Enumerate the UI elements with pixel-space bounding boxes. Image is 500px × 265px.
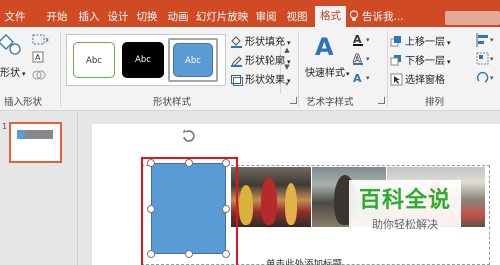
group-objects-icon[interactable]: ▾ [476,52,496,66]
gallery-scroll: ▲ ▼ ▾ [280,42,293,94]
send-backward-icon [390,55,401,66]
tab-slideshow[interactable]: 幻灯片放映 [194,7,250,27]
shape-styles-launcher-icon[interactable] [290,97,297,104]
tab-design[interactable]: 设计 [105,7,131,27]
shape-fill-label: 形状填充 [245,37,285,48]
watermark-title: 百科全说 [358,188,451,213]
shape-style-outline-green[interactable]: Abc [73,42,115,78]
group-divider [387,31,388,107]
tab-format[interactable]: 格式 [315,6,346,27]
tab-animations[interactable]: 动画 [164,7,192,27]
shapes-gallery-icon[interactable] [0,33,22,57]
svg-text:▾: ▾ [490,36,494,44]
watermark: 百科全说 助你轻松解决 [349,180,461,240]
shapes-button[interactable]: 形状 ▾ [0,64,26,79]
shape-styles-gallery: Abc Abc Abc ▲ ▼ ▾ [66,34,290,94]
resize-handle-bottom[interactable] [185,250,193,258]
wordart-group-label: 艺术字样式 [306,97,354,108]
svg-text:▾: ▾ [490,74,494,82]
shapes-label: 形状 [0,68,20,79]
send-backward-label: 下移一层 [405,56,445,67]
thumbnail-preview [17,130,53,139]
shape-styles-group-label: 形状样式 [153,97,192,108]
shape-effects-label: 形状效果 [245,75,285,86]
tab-insert[interactable]: 插入 [75,7,103,27]
slide-number: 1 [2,122,8,131]
shape-outline-button[interactable]: 形状轮廓 ▾ [230,52,291,67]
shape-style-blue-selected[interactable]: Abc [168,38,218,82]
resize-handle-right[interactable] [222,205,230,213]
tab-home[interactable]: 开始 [42,7,72,27]
text-box-icon[interactable]: A [31,50,49,64]
arrange-group-label: 排列 [425,97,445,108]
resize-handle-left[interactable] [147,205,155,213]
pen-outline-icon [231,56,242,67]
svg-text:▾: ▾ [490,55,494,63]
quick-styles-label: 快速样式 [305,68,345,79]
tab-view[interactable]: 视图 [283,7,311,27]
text-fill-icon[interactable]: A ▾ [352,33,374,47]
photo-costumed-people[interactable] [231,167,311,227]
selection-pane-icon [390,73,403,86]
blurred-account-area [445,11,500,25]
ribbon-tab-bar: 文件 开始 插入 设计 切换 动画 幻灯片放映 审阅 视图 格式 告诉我... [0,0,500,27]
watermark-subtitle: 助你轻松解决 [372,218,438,231]
slide-thumbnail[interactable] [9,122,62,163]
resize-handle-bottom-right[interactable] [222,250,230,258]
resize-handle-top[interactable] [185,159,193,167]
quick-styles-button[interactable]: 快速样式▾ [305,64,350,79]
tab-review[interactable]: 审阅 [252,7,280,27]
svg-text:▾: ▾ [366,36,370,44]
resize-handle-top-left[interactable] [147,159,155,167]
tab-transitions[interactable]: 切换 [134,7,160,27]
rotate-icon[interactable]: ▾ [476,71,496,85]
shape-style-blue-label: Abc [173,43,213,77]
merge-shapes-icon[interactable] [31,68,49,82]
bring-forward-button[interactable]: 上移一层 ▾ [390,33,451,48]
slide-thumbnail-pane: 1 [0,112,78,265]
text-effects-icon[interactable]: A ▾ [352,71,374,85]
tell-me-search[interactable]: 告诉我... [349,7,404,27]
shape-effects-button[interactable]: 形状效果 ▾ [230,71,291,86]
svg-text:▾: ▾ [366,55,370,63]
tell-me-text: 告诉我... [362,11,404,23]
tab-file[interactable]: 文件 [0,7,30,27]
edit-shape-icon[interactable] [31,33,49,47]
align-icon[interactable]: ▾ [476,33,496,47]
resize-handle-top-right[interactable] [222,159,230,167]
lightbulb-icon [349,10,359,21]
svg-text:A: A [35,53,41,62]
selection-pane-label: 选择窗格 [405,75,445,86]
selection-pane-button[interactable]: 选择窗格 [390,71,445,86]
rotate-handle-icon[interactable] [181,128,197,144]
shape-style-black-fill[interactable]: Abc [122,42,164,78]
title-placeholder-text[interactable]: 单击此处添加标题 [266,256,342,265]
quick-styles-icon[interactable]: A [313,33,339,61]
shape-outline-label: 形状轮廓 [245,56,285,67]
group-divider [60,31,61,107]
bring-forward-label: 上移一层 [405,37,445,48]
svg-text:▾: ▾ [366,74,370,82]
bring-forward-icon [390,36,401,47]
paint-bucket-icon [231,36,242,48]
send-backward-button[interactable]: 下移一层 ▾ [390,52,451,67]
resize-handle-bottom-left[interactable] [147,250,155,258]
text-outline-icon[interactable]: A ▾ [352,52,374,66]
svg-text:A: A [315,33,334,61]
ribbon-body: 形状 ▾ A 插入形状 Abc Abc Abc ▲ ▼ ▾ 形状填充 ▾ 形状轮廓 ▾… [0,27,500,111]
group-divider [298,31,299,107]
shape-effects-icon [231,75,243,86]
wordart-launcher-icon[interactable] [378,97,385,104]
shape-fill-button[interactable]: 形状填充 ▾ [230,33,291,48]
insert-shapes-group-label: 插入形状 [4,97,43,108]
svg-text:A: A [353,72,362,85]
